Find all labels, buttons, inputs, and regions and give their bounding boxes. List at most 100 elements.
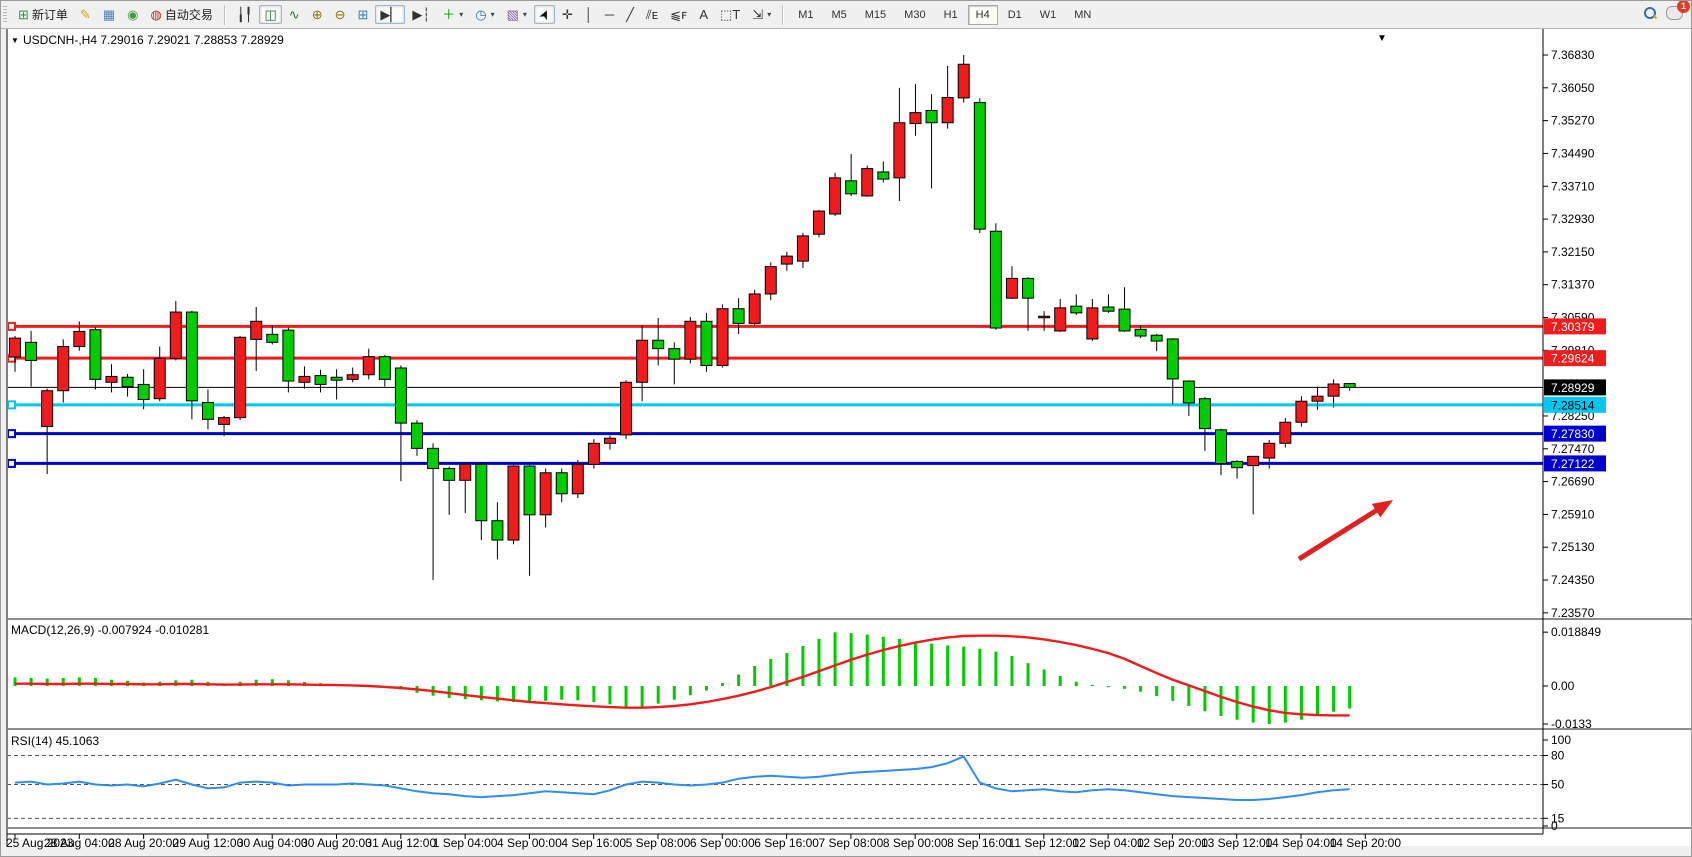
bar-chart-icon: ╽╿ xyxy=(237,8,253,21)
templates-button[interactable]: ▧▾ xyxy=(502,5,532,24)
candle-body xyxy=(588,443,599,464)
hline-anchor[interactable] xyxy=(8,323,15,330)
auto-scroll-button[interactable]: ▶▏ xyxy=(375,5,405,24)
candle-body xyxy=(830,178,841,214)
trendline-button[interactable]: ╱ xyxy=(621,5,639,24)
candle-body xyxy=(90,330,101,380)
date-label: 30 Aug 20:00 xyxy=(301,836,372,850)
candle-body xyxy=(974,103,985,230)
candle-body xyxy=(26,342,37,360)
candle-body xyxy=(1199,399,1210,429)
collapse-icon[interactable]: ▼ xyxy=(11,36,19,45)
candle-body xyxy=(460,464,471,480)
price-label: 7.26690 xyxy=(1551,475,1595,489)
chevron-down-icon[interactable]: ▾ xyxy=(459,10,463,19)
timeframe-button-d1[interactable]: D1 xyxy=(1000,5,1030,25)
chevron-down-icon[interactable]: ▾ xyxy=(491,10,495,19)
chart-shift-marker[interactable]: ▼ xyxy=(1377,33,1387,44)
date-axis[interactable]: 25 Aug 202328 Aug 04:0028 Aug 20:0029 Au… xyxy=(6,834,1401,850)
candle-body xyxy=(846,181,857,194)
macd-label: MACD(12,26,9) -0.007924 -0.010281 xyxy=(11,623,209,637)
channel-button[interactable]: ⫽ᴇ xyxy=(641,5,663,24)
candle-body xyxy=(1119,309,1130,331)
candle-body xyxy=(1023,278,1034,298)
search-icon[interactable] xyxy=(1644,7,1656,22)
chevron-down-icon[interactable]: ▾ xyxy=(523,10,527,19)
crosshair-button[interactable]: ✛ xyxy=(557,5,578,24)
price-label: 7.25910 xyxy=(1551,507,1595,521)
zoom-out-button[interactable]: ⊖ xyxy=(330,5,351,24)
vertical-line-icon: │ xyxy=(585,8,593,21)
autotrade-button[interactable]: ◍自动交易 xyxy=(145,3,217,26)
hline-anchor[interactable] xyxy=(8,430,15,437)
vline-button[interactable]: │ xyxy=(580,5,598,24)
candle-body xyxy=(524,466,535,515)
macd-axis-label: -0.0133 xyxy=(1551,717,1592,731)
macd-axis-label: 0.00 xyxy=(1551,679,1575,693)
date-label: 6 Sep 16:00 xyxy=(754,836,819,850)
signals-button[interactable]: ◉ xyxy=(122,5,143,24)
candle-body xyxy=(621,382,632,435)
autotrade-icon: ◍ xyxy=(150,8,161,21)
timeframe-button-m5[interactable]: M5 xyxy=(823,5,854,25)
timeframe-button-h4[interactable]: H4 xyxy=(968,5,998,25)
rsi-label: RSI(14) 45.1063 xyxy=(11,734,99,748)
price-badge-label: 7.30379 xyxy=(1551,320,1595,334)
chart-shift-button[interactable]: ▶┆ xyxy=(407,5,435,24)
candle-body xyxy=(379,357,390,380)
zoom-in-button[interactable]: ⊕ xyxy=(307,5,328,24)
hline-anchor[interactable] xyxy=(8,460,15,467)
candle-body xyxy=(412,423,423,448)
candle-body xyxy=(637,340,648,382)
hline-button[interactable]: ─ xyxy=(600,5,619,24)
candle-body xyxy=(1039,316,1050,318)
timeframe-button-m1[interactable]: M1 xyxy=(790,5,821,25)
timeframe-button-h1[interactable]: H1 xyxy=(936,5,966,25)
date-label: 12 Sep 04:00 xyxy=(1072,836,1144,850)
candle-body xyxy=(1006,278,1017,298)
rsi-axis-label: 80 xyxy=(1551,748,1565,762)
trendline-icon: ╱ xyxy=(626,8,634,21)
equidistant-channel-icon: ⫽ᴇ xyxy=(646,8,658,21)
price-label: 7.25130 xyxy=(1551,540,1595,554)
timeframe-button-m15[interactable]: M15 xyxy=(857,5,894,25)
periods-button[interactable]: ◷▾ xyxy=(470,5,499,24)
bar-chart-button[interactable]: ╽╿ xyxy=(232,5,258,24)
label-button[interactable]: ⬚T xyxy=(715,5,745,24)
notifications-icon[interactable]: 1 xyxy=(1666,6,1683,23)
tile-windows-button[interactable]: ⊞ xyxy=(353,5,374,24)
toolbar-grip[interactable] xyxy=(3,6,7,24)
candle-body xyxy=(1183,381,1194,403)
timeframe-button-mn[interactable]: MN xyxy=(1066,5,1099,25)
market-watch-button[interactable]: ▦ xyxy=(98,5,120,24)
price-label: 7.32150 xyxy=(1551,245,1595,259)
usdcnh-h4-chart[interactable]: 7.368307.360507.352707.344907.337107.329… xyxy=(1,28,1692,857)
styler-button[interactable]: ✎ xyxy=(75,5,96,24)
text-label-icon: ⬚T xyxy=(720,8,740,21)
toolbar-separator xyxy=(224,5,226,25)
date-label: 1 Sep 04:00 xyxy=(433,836,498,850)
hline-anchor[interactable] xyxy=(8,401,15,408)
candlestick-button[interactable]: ◫ xyxy=(259,5,281,24)
candle-body xyxy=(1055,308,1066,331)
indicators-button[interactable]: ＋▾ xyxy=(437,5,468,24)
text-button[interactable]: A xyxy=(694,5,713,24)
candle-body xyxy=(283,330,294,381)
cursor-icon: ➤ xyxy=(536,7,552,22)
chevron-down-icon[interactable]: ▾ xyxy=(767,10,771,19)
zoom-out-icon: ⊖ xyxy=(335,8,346,21)
line-chart-button[interactable]: ∿ xyxy=(284,5,305,24)
timeframe-button-w1[interactable]: W1 xyxy=(1032,5,1065,25)
candle-body xyxy=(942,97,953,122)
rsi-axis-label: 100 xyxy=(1551,733,1571,747)
fibo-button[interactable]: ⫹ꜰ xyxy=(665,5,692,24)
candle-body xyxy=(444,469,455,481)
new-order-button[interactable]: ⊞新订单 xyxy=(13,3,73,26)
candle-body xyxy=(1280,422,1291,443)
cursor-button[interactable]: ➤ xyxy=(534,5,555,24)
price-badge-label: 7.28514 xyxy=(1551,398,1595,412)
date-label: 5 Sep 08:00 xyxy=(626,836,691,850)
timeframe-button-m30[interactable]: M30 xyxy=(896,5,933,25)
crayon-icon: ✎ xyxy=(80,8,91,21)
arrows-button[interactable]: ⇲▾ xyxy=(747,5,776,24)
